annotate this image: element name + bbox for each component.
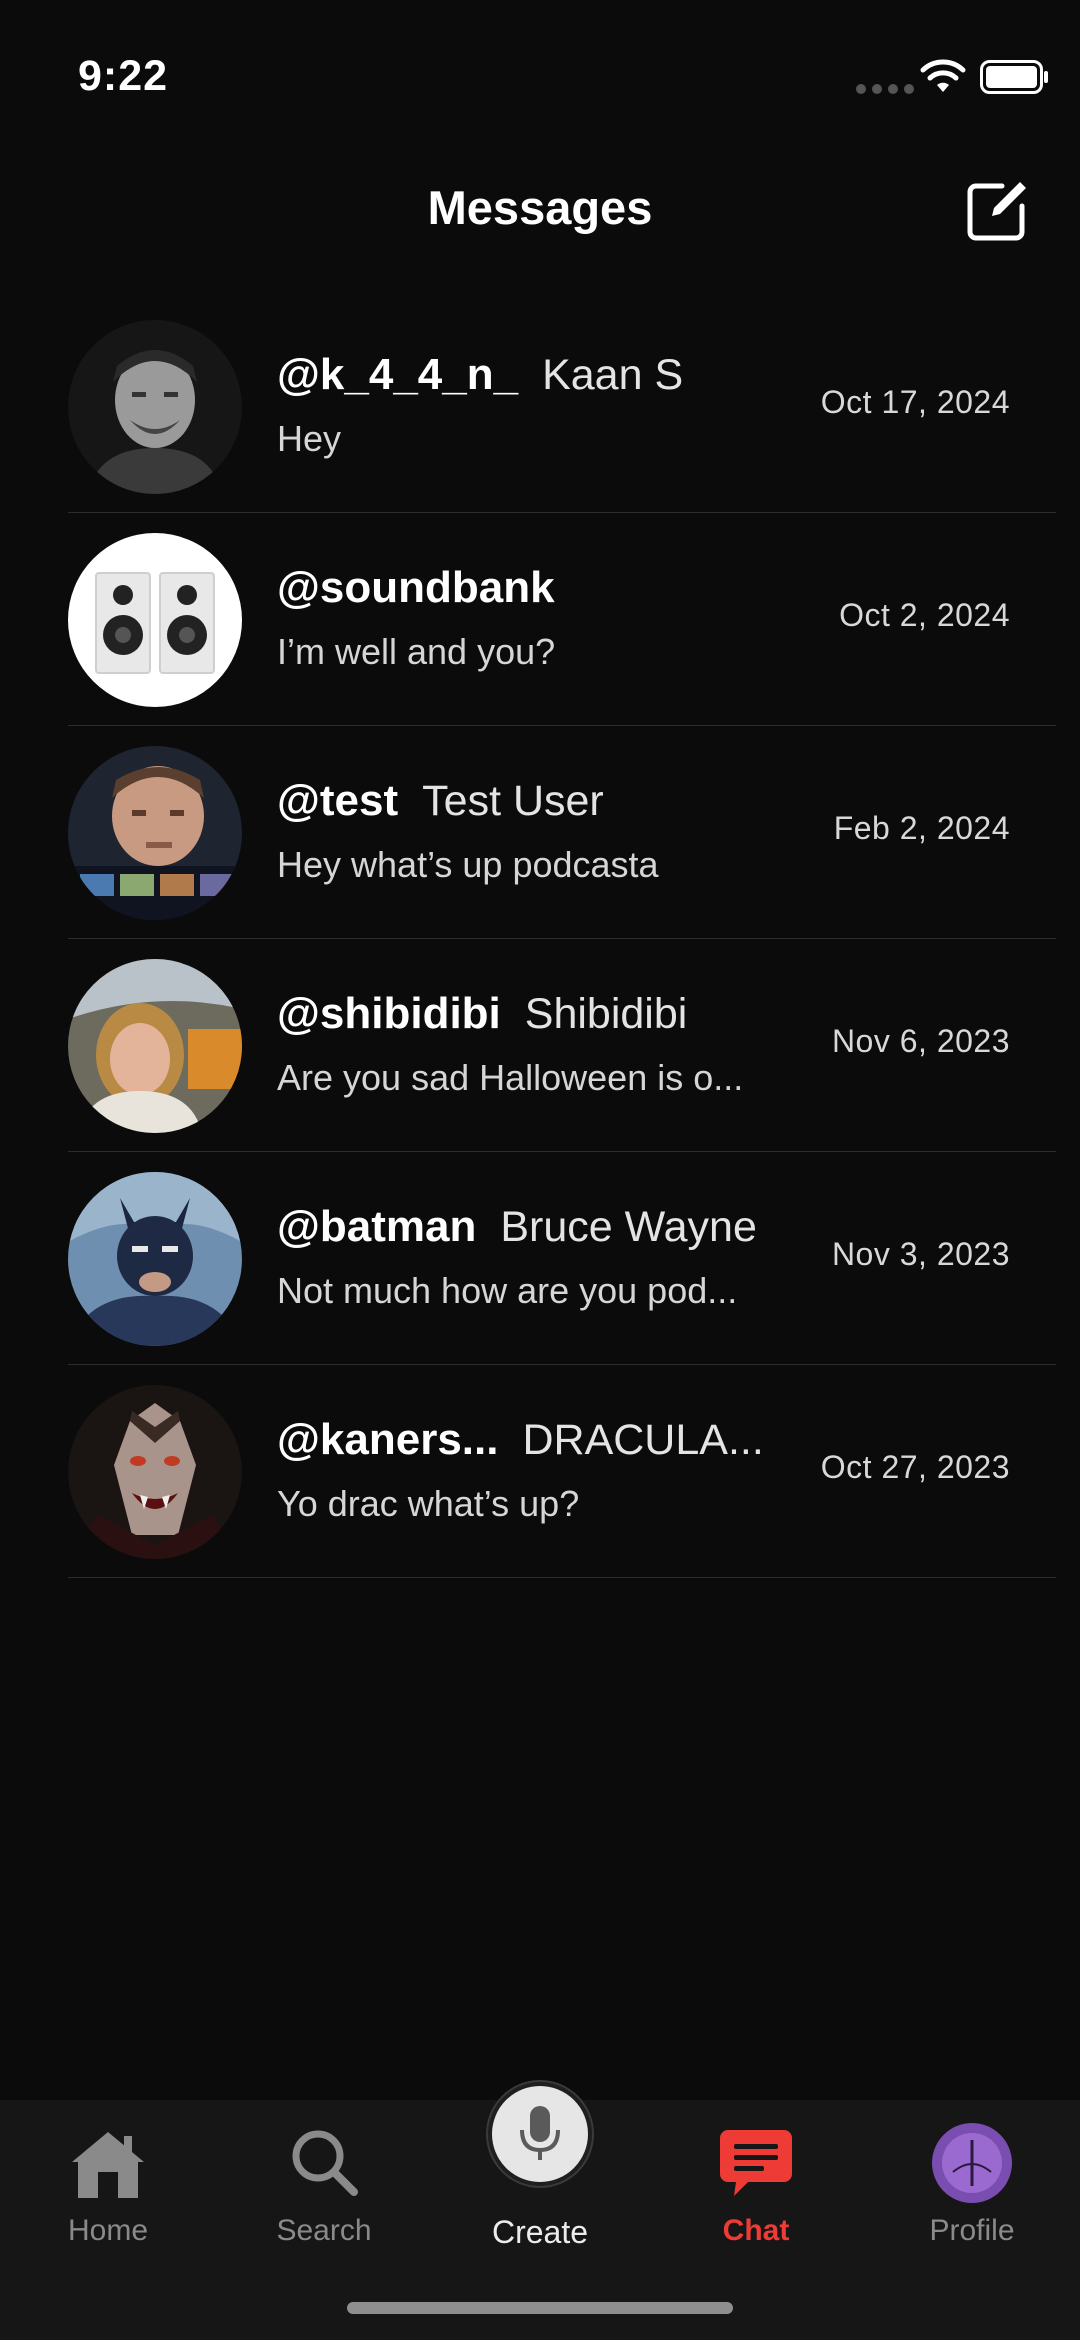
conversation-row[interactable]: @k_4_4_n_ Kaan S Hey Oct 17, 2024 bbox=[0, 300, 1080, 513]
conversation-date: Oct 17, 2024 bbox=[820, 384, 1010, 420]
tab-profile-label: Profile bbox=[929, 2214, 1015, 2247]
home-indicator bbox=[347, 2302, 733, 2314]
avatar bbox=[68, 1385, 242, 1559]
tab-search[interactable]: Search bbox=[216, 2114, 432, 2294]
cellular-signal-icon bbox=[856, 84, 914, 94]
battery-icon bbox=[980, 60, 1048, 94]
tab-create[interactable]: Create bbox=[432, 2082, 648, 2294]
conversation-name: Test User bbox=[422, 777, 604, 825]
status-time: 9:22 bbox=[78, 52, 169, 100]
conversation-date: Nov 6, 2023 bbox=[831, 1023, 1010, 1059]
avatar bbox=[68, 959, 242, 1133]
avatar bbox=[68, 320, 242, 494]
tab-chat-label: Chat bbox=[722, 2214, 790, 2247]
compose-message-button[interactable] bbox=[964, 176, 1032, 244]
conversation-row[interactable]: @kaners... DRACULA... Yo drac what’s up?… bbox=[0, 1365, 1080, 1578]
tab-profile[interactable]: Profile bbox=[864, 2114, 1080, 2294]
conversation-handle: @k_4_4_n_ bbox=[277, 350, 519, 399]
create-button[interactable] bbox=[488, 2082, 592, 2186]
conversation-list: @k_4_4_n_ Kaan S Hey Oct 17, 2024 @sound… bbox=[0, 300, 1080, 1578]
conversation-name: Kaan S bbox=[542, 351, 684, 399]
conversation-handle: @kaners... bbox=[277, 1415, 499, 1464]
message-preview: Hey what’s up podcasta bbox=[277, 844, 659, 885]
conversation-row[interactable]: @soundbank I’m well and you? Oct 2, 2024 bbox=[0, 513, 1080, 726]
message-preview: Hey bbox=[277, 418, 342, 459]
conversation-date: Feb 2, 2024 bbox=[833, 810, 1010, 846]
tab-home-label: Home bbox=[67, 2214, 149, 2247]
conversation-date: Nov 3, 2023 bbox=[831, 1236, 1010, 1272]
tab-chat[interactable]: Chat bbox=[648, 2114, 864, 2294]
tab-search-label: Search bbox=[276, 2214, 372, 2247]
conversation-handle: @test bbox=[277, 776, 399, 825]
avatar bbox=[68, 746, 242, 920]
conversation-name: Shibidibi bbox=[524, 990, 688, 1038]
tab-create-label: Create bbox=[491, 2214, 589, 2250]
home-icon bbox=[72, 2132, 144, 2198]
avatar bbox=[68, 1172, 242, 1346]
messages-screen: 9:22 Messages @k_4_4_n_ Kaan S Hey Oct 1… bbox=[0, 0, 1080, 2340]
page-title: Messages bbox=[427, 181, 653, 234]
conversation-handle: @shibidibi bbox=[277, 989, 501, 1038]
conversation-date: Oct 2, 2024 bbox=[839, 597, 1010, 633]
conversation-handle: @soundbank bbox=[277, 563, 555, 612]
message-preview: Not much how are you pod... bbox=[277, 1270, 738, 1311]
wifi-icon bbox=[920, 59, 966, 92]
search-icon bbox=[292, 2130, 358, 2196]
message-preview: Are you sad Halloween is o... bbox=[277, 1057, 744, 1098]
tab-home[interactable]: Home bbox=[0, 2114, 216, 2294]
conversation-row[interactable]: @batman Bruce Wayne Not much how are you… bbox=[0, 1152, 1080, 1365]
chat-icon bbox=[720, 2130, 792, 2196]
message-preview: Yo drac what’s up? bbox=[277, 1483, 580, 1524]
conversation-name: DRACULA... bbox=[522, 1416, 764, 1464]
message-preview: I’m well and you? bbox=[277, 631, 556, 672]
conversation-row[interactable]: @shibidibi Shibidibi Are you sad Hallowe… bbox=[0, 939, 1080, 1152]
conversation-handle: @batman bbox=[277, 1202, 477, 1251]
conversation-date: Oct 27, 2023 bbox=[820, 1449, 1010, 1485]
status-bar: 9:22 bbox=[0, 0, 1080, 150]
conversation-row[interactable]: @test Test User Hey what’s up podcasta F… bbox=[0, 726, 1080, 939]
conversation-name: Bruce Wayne bbox=[500, 1203, 757, 1251]
microphone-icon bbox=[520, 2106, 560, 2160]
profile-avatar bbox=[932, 2123, 1012, 2203]
header: Messages bbox=[0, 150, 1080, 270]
avatar bbox=[68, 533, 242, 707]
